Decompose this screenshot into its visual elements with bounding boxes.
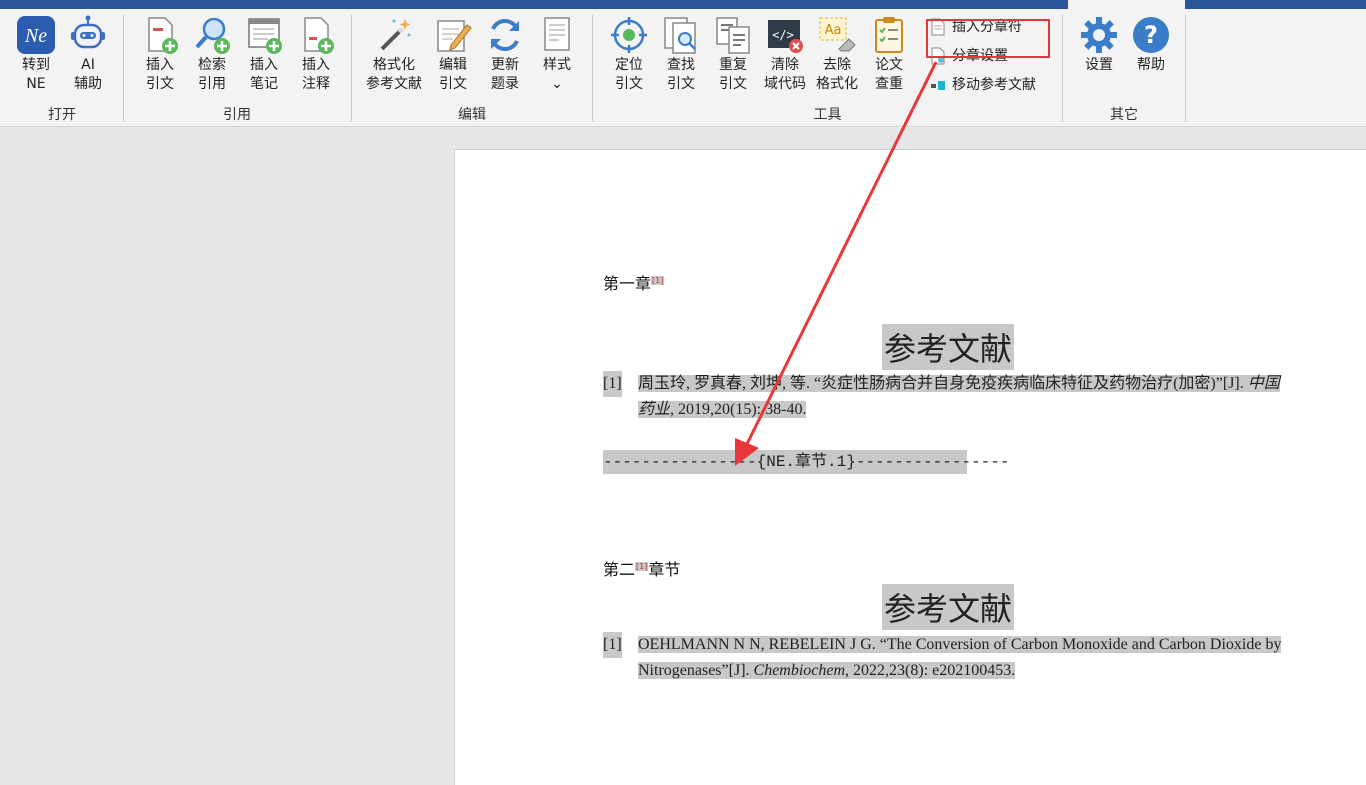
ai-label: AI 辅助 (74, 57, 102, 92)
chapter-2-heading[interactable]: 第二[1]章节 (603, 556, 680, 580)
reference-journal: Chembiochem (753, 662, 846, 679)
duplicate-citation-button[interactable]: 重复 引文 (707, 15, 759, 94)
edit-pencil-icon (437, 20, 472, 52)
references-heading: 参考文献 (882, 324, 1015, 370)
ribbon: Ne 转到 NE AI 辅助 打开 插入 引文 检索 引用 插入 笔记 插入 注… (0, 9, 1366, 127)
find-citation-label: 查找 引文 (667, 57, 695, 92)
refresh-icon (491, 19, 519, 51)
insert-annotation-button[interactable]: 插入 注释 (290, 15, 342, 94)
robot-icon (71, 15, 105, 49)
reference-details: , 2022,23(8): e202100453. (845, 662, 1016, 679)
remove-format-label: 去除 格式化 (816, 57, 858, 92)
reference-details: , 2019,20(15): 38-40. (670, 401, 807, 418)
duplicate-icon (716, 17, 750, 54)
svg-text:?: ? (1144, 21, 1158, 49)
move-references-button[interactable]: 移动参考文献 (930, 74, 1036, 96)
format-references-label: 格式化 参考文献 (366, 57, 422, 92)
style-dropdown-button[interactable]: 样式 ⌄ (531, 15, 583, 94)
group-separator (123, 15, 124, 121)
chapter-break-field[interactable]: ----------------{NE.章节.1}---------------… (603, 450, 1009, 474)
group-open-label: 打开 (48, 107, 76, 123)
goto-ne-button[interactable]: Ne 转到 NE (10, 15, 62, 94)
reference-text: 周玉玲, 罗真春, 刘坤, 等. “炎症性肠病合并自身免疫疾病临床特征及药物治疗… (638, 375, 1244, 392)
active-tab[interactable] (1068, 0, 1185, 9)
locate-citation-label: 定位 引文 (615, 57, 643, 92)
edit-citation-button[interactable]: 编辑 引文 (427, 15, 479, 94)
insert-note-button[interactable]: 插入 笔记 (238, 15, 290, 94)
svg-text:Ne: Ne (24, 25, 47, 47)
move-references-label: 移动参考文献 (952, 77, 1036, 93)
find-document-icon (664, 17, 696, 54)
group-separator (1185, 15, 1186, 121)
insert-citation-icon (148, 17, 178, 54)
help-button[interactable]: ? 帮助 (1125, 15, 1177, 75)
note-icon (248, 18, 282, 54)
insert-citation-label: 插入 引文 (146, 57, 174, 92)
update-items-label: 更新 题录 (491, 57, 519, 92)
chapter-2-text-end: 章节 (648, 560, 681, 579)
group-other-label: 其它 (1110, 107, 1138, 123)
svg-text:Aa: Aa (825, 23, 842, 38)
style-document-icon (544, 17, 570, 51)
reference-entry[interactable]: [1] 周玉玲, 罗真春, 刘坤, 等. “炎症性肠病合并自身免疫疾病临床特征及… (603, 371, 1295, 423)
clear-field-code-label: 清除 域代码 (764, 57, 806, 92)
update-items-button[interactable]: 更新 题录 (479, 15, 531, 94)
search-icon (195, 17, 230, 54)
settings-button[interactable]: 设置 (1073, 15, 1125, 75)
reference-number: [1] (603, 632, 622, 658)
citation-mark[interactable]: [1] (651, 275, 665, 285)
chapter-2-text-start: 第二 (603, 560, 636, 579)
clear-field-code-button[interactable]: </> 清除 域代码 (759, 15, 811, 94)
help-icon: ? (1133, 17, 1169, 53)
style-label: 样式 ⌄ (543, 57, 571, 92)
insert-citation-button[interactable]: 插入 引文 (134, 15, 186, 94)
settings-label: 设置 (1085, 57, 1113, 73)
code-clear-icon: </> (768, 20, 803, 53)
find-citation-button[interactable]: 查找 引文 (655, 15, 707, 94)
group-tools-label: 工具 (813, 107, 842, 123)
eraser-format-icon: Aa (819, 17, 856, 52)
plagiarism-check-label: 论文 查重 (875, 57, 903, 92)
target-icon (611, 17, 647, 53)
reference-number: [1] (603, 371, 622, 397)
citation-mark[interactable]: [1] (635, 561, 649, 571)
title-bar (0, 0, 1366, 9)
gear-icon (1081, 17, 1117, 53)
ai-assist-button[interactable]: AI 辅助 (62, 15, 114, 94)
help-label: 帮助 (1137, 57, 1165, 73)
magic-wand-icon (380, 19, 411, 51)
search-citation-button[interactable]: 检索 引用 (186, 15, 238, 94)
goto-ne-label: 转到 NE (22, 57, 50, 92)
duplicate-citation-label: 重复 引文 (719, 57, 747, 92)
locate-citation-button[interactable]: 定位 引文 (603, 15, 655, 94)
chapter-1-heading[interactable]: 第一章[1] (603, 270, 665, 294)
highlight-box (926, 19, 1050, 58)
group-edit-label: 编辑 (458, 107, 486, 123)
references-heading: 参考文献 (882, 584, 1015, 630)
plagiarism-check-button[interactable]: 论文 查重 (863, 15, 915, 94)
insert-note-label: 插入 笔记 (250, 57, 278, 92)
group-cite-label: 引用 (223, 107, 251, 123)
checklist-icon (875, 17, 903, 53)
svg-text:</>: </> (772, 28, 794, 42)
annotation-icon (304, 17, 334, 54)
reference-entry[interactable]: [1] OEHLMANN N N, REBELEIN J G. “The Con… (603, 632, 1295, 684)
format-references-button[interactable]: 格式化 参考文献 (362, 15, 426, 94)
edit-citation-label: 编辑 引文 (439, 57, 467, 92)
move-references-icon (931, 81, 945, 90)
remove-format-button[interactable]: Aa 去除 格式化 (811, 15, 863, 94)
insert-annotation-label: 插入 注释 (302, 57, 330, 92)
search-citation-label: 检索 引用 (198, 57, 226, 92)
chapter-1-text: 第一章 (603, 274, 652, 293)
ne-logo-icon: Ne (17, 16, 55, 54)
